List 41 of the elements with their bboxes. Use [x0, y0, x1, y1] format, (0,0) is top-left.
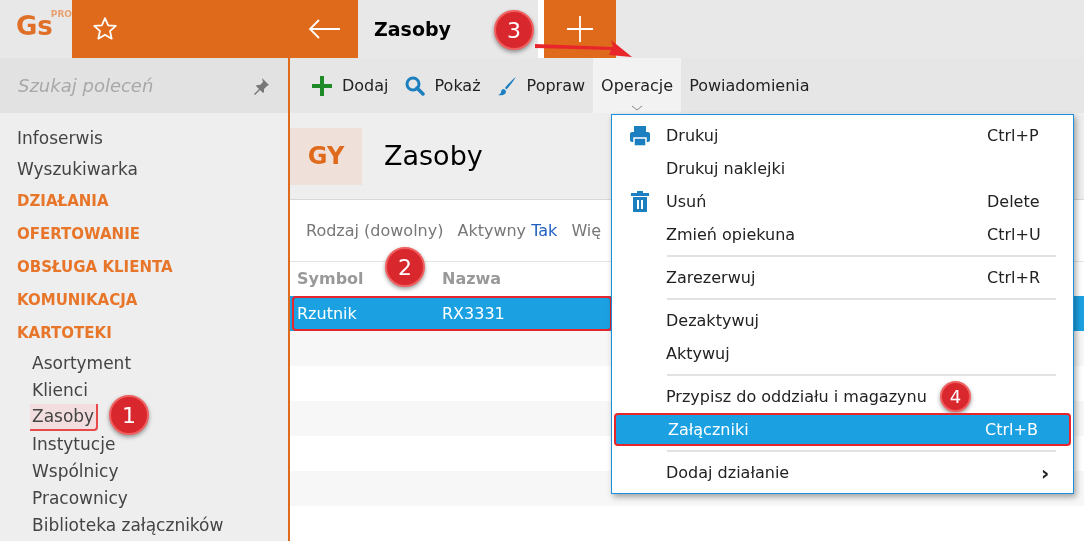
- toolbar-button[interactable]: Powiadomienia: [681, 58, 818, 113]
- sidebar-link[interactable]: Wyszukiwarka: [0, 154, 288, 185]
- filter-link[interactable]: Rodzaj (dowolny): [306, 218, 444, 243]
- step-number-badge: 4: [940, 381, 971, 412]
- search-input[interactable]: Szukaj poleceń: [18, 72, 238, 99]
- menu-item[interactable]: Drukuj naklejki: [614, 152, 1071, 185]
- brush-icon: [496, 75, 517, 96]
- sidebar-item[interactable]: Klienci: [30, 377, 90, 404]
- search-field[interactable]: Szukaj poleceń: [0, 58, 288, 113]
- sidebar-link[interactable]: Infoserwis: [0, 123, 288, 154]
- filter-link[interactable]: Aktywny Tak: [457, 218, 558, 243]
- menu-item[interactable]: Drukuj Ctrl+P: [614, 119, 1071, 152]
- sidebar-item[interactable]: Zasoby: [30, 403, 99, 432]
- menu-item[interactable]: Dezaktywuj: [614, 304, 1071, 337]
- sidebar-item[interactable]: Asortyment: [30, 350, 134, 377]
- sidebar-item[interactable]: Wspólnicy: [30, 458, 121, 485]
- pin-icon[interactable]: [252, 76, 270, 95]
- sidebar-item[interactable]: Pracownicy: [30, 485, 130, 512]
- plus-icon: [312, 75, 332, 96]
- filter-link[interactable]: Wię: [571, 218, 602, 243]
- new-tab-icon[interactable]: [567, 16, 593, 42]
- star-icon[interactable]: [92, 16, 118, 42]
- step-number-badge: 2: [385, 247, 425, 287]
- menu-item[interactable]: Zmień opiekuna Ctrl+U: [614, 218, 1071, 251]
- sidebar-item[interactable]: Biblioteka załączników: [30, 512, 226, 539]
- back-arrow-icon[interactable]: [307, 18, 341, 40]
- menu-item[interactable]: Aktywuj: [614, 337, 1071, 370]
- menu-item[interactable]: Dodaj działanie ›: [614, 456, 1071, 489]
- page-title: Zasoby: [384, 138, 483, 173]
- toolbar-button[interactable]: Dodaj: [304, 58, 397, 113]
- toolbar-button[interactable]: Pokaż: [396, 58, 489, 113]
- search-icon: [404, 75, 425, 96]
- printer-icon: [629, 124, 651, 147]
- toolbar-button[interactable]: Popraw: [488, 58, 594, 113]
- menu-item[interactable]: Zarezerwuj Ctrl+R: [614, 261, 1071, 294]
- resource-badge: GY: [290, 127, 362, 185]
- trash-icon: [630, 190, 650, 213]
- toolbar-button[interactable]: Operacje: [593, 58, 682, 113]
- menu-item[interactable]: Przypisz do oddziału i magazynu 4: [614, 380, 1071, 413]
- menu-item[interactable]: Usuń Delete: [614, 185, 1071, 218]
- chevron-down-icon: [631, 105, 644, 111]
